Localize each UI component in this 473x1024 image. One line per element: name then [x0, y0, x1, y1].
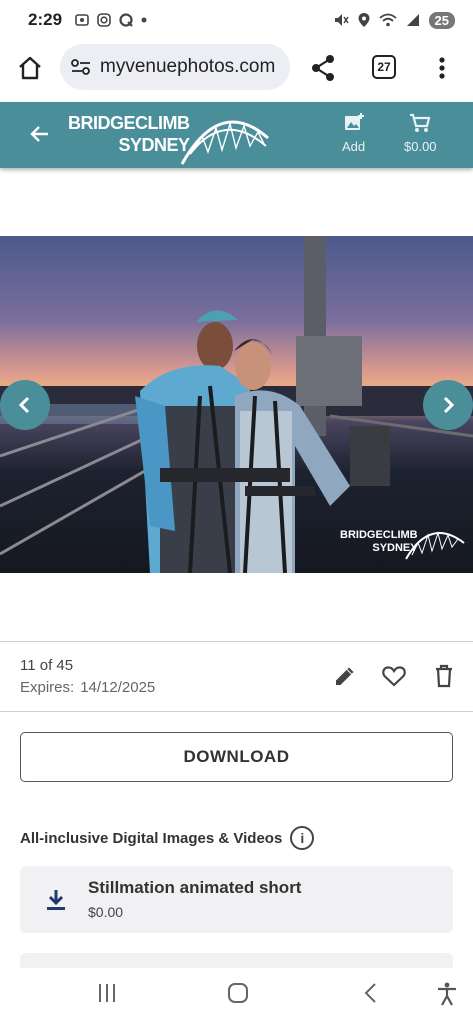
trash-icon: [436, 664, 452, 688]
pencil-icon: [336, 667, 354, 685]
wifi-icon: [378, 13, 397, 27]
more-vert-icon[interactable]: [437, 56, 447, 80]
heart-icon: [382, 666, 406, 687]
status-time: 2:29: [28, 10, 63, 29]
photo-counter: 11 of 45: [20, 657, 74, 674]
divider: [0, 641, 473, 642]
favorite-button[interactable]: [380, 662, 408, 690]
add-photo-button[interactable]: Add: [342, 112, 365, 154]
section-header: All-inclusive Digital Images & Videos i: [20, 826, 315, 850]
instagram-icon: [97, 13, 111, 27]
add-label: Add: [342, 139, 366, 154]
battery-indicator: 25: [428, 11, 455, 29]
climb-photo[interactable]: BRIDGECLIMB SYDNEY: [0, 236, 473, 573]
download-button[interactable]: DOWNLOAD: [20, 732, 453, 782]
dot-icon: [141, 17, 147, 23]
cart-total: $0.00: [404, 139, 437, 154]
system-nav-bar: [0, 968, 473, 1024]
home-nav-icon[interactable]: [227, 982, 249, 1004]
location-icon: [358, 13, 370, 27]
url-text: myvenuephotos.com: [100, 56, 276, 77]
photo-scene: [0, 236, 473, 573]
status-bar: 2:29 25: [0, 0, 473, 40]
site-settings-icon[interactable]: [70, 58, 92, 76]
logo-line1: BRIDGECLIMB: [68, 113, 190, 133]
back-arrow-icon[interactable]: [30, 124, 50, 144]
product-card[interactable]: Stillmation animated short $0.00: [20, 866, 453, 933]
product-name: Stillmation animated short: [88, 878, 302, 897]
edit-button[interactable]: [331, 662, 359, 690]
chevron-right-icon: [443, 396, 455, 414]
chevron-left-icon: [18, 396, 30, 414]
mute-icon: [334, 14, 349, 26]
section-title: All-inclusive Digital Images & Videos: [20, 829, 283, 847]
screen-record-icon: [75, 14, 89, 26]
address-bar[interactable]: myvenuephotos.com: [60, 44, 290, 90]
expires-label: Expires:: [20, 679, 75, 696]
signal-icon: [406, 14, 419, 26]
expires-date: 14/12/2025: [80, 679, 156, 696]
status-icons-right: 25: [333, 11, 455, 29]
previous-photo-button[interactable]: [0, 380, 50, 430]
download-icon: [47, 890, 65, 910]
status-icons-left: [74, 12, 148, 28]
next-photo-button[interactable]: [423, 380, 473, 430]
watermark-bridge-graphic: [405, 531, 465, 560]
app-q-icon: [119, 13, 133, 27]
logo-line2: SYDNEY: [118, 135, 190, 155]
delete-button[interactable]: [430, 662, 458, 690]
cart-icon: [410, 113, 431, 132]
expiry-info: Expires: 14/12/2025: [20, 679, 155, 696]
browser-toolbar: myvenuephotos.com 27: [0, 40, 473, 96]
info-icon[interactable]: i: [290, 826, 315, 850]
product-price: $0.00: [88, 904, 124, 920]
app-header: BRIDGECLIMB SYDNEY Add $0.00: [0, 102, 473, 168]
accessibility-icon[interactable]: [436, 982, 458, 1006]
home-icon[interactable]: [17, 56, 43, 80]
tab-switcher-button[interactable]: 27: [372, 55, 396, 79]
share-icon[interactable]: [310, 54, 336, 82]
bridge-logo-graphic: [180, 120, 269, 165]
brand-logo: BRIDGECLIMB SYDNEY: [68, 112, 190, 156]
recent-apps-icon[interactable]: [96, 982, 118, 1004]
divider: [0, 711, 473, 712]
cart-button[interactable]: $0.00: [404, 112, 437, 154]
back-nav-icon[interactable]: [362, 982, 378, 1004]
add-photo-icon: [344, 113, 364, 130]
